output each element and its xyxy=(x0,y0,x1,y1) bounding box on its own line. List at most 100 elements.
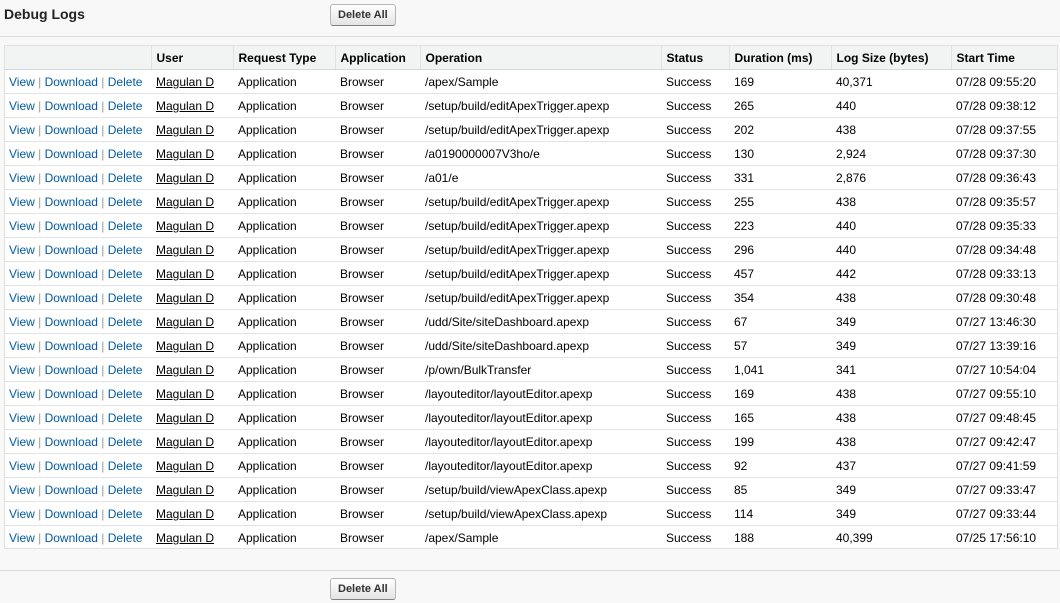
delete-all-button-bottom[interactable]: Delete All xyxy=(330,578,396,600)
delete-link[interactable]: Delete xyxy=(108,147,143,161)
delete-link[interactable]: Delete xyxy=(108,483,143,497)
user-link[interactable]: Magulan D xyxy=(156,195,214,209)
column-header-log-size[interactable]: Log Size (bytes) xyxy=(831,46,952,70)
start-time-cell: 07/27 13:46:30 xyxy=(951,309,1057,334)
user-link[interactable]: Magulan D xyxy=(156,291,214,305)
delete-link[interactable]: Delete xyxy=(108,531,143,545)
download-link[interactable]: Download xyxy=(45,147,98,161)
view-link[interactable]: View xyxy=(9,387,35,401)
delete-link[interactable]: Delete xyxy=(108,339,143,353)
view-link[interactable]: View xyxy=(9,195,35,209)
delete-link[interactable]: Delete xyxy=(108,195,143,209)
user-link[interactable]: Magulan D xyxy=(156,387,214,401)
user-link[interactable]: Magulan D xyxy=(156,435,214,449)
view-link[interactable]: View xyxy=(9,315,35,329)
download-link[interactable]: Download xyxy=(45,387,98,401)
view-link[interactable]: View xyxy=(9,411,35,425)
view-link[interactable]: View xyxy=(9,147,35,161)
download-link[interactable]: Download xyxy=(45,291,98,305)
delete-link[interactable]: Delete xyxy=(108,171,143,185)
column-header-duration[interactable]: Duration (ms) xyxy=(729,46,832,70)
row-actions: View | Download | Delete xyxy=(5,381,151,406)
user-link[interactable]: Magulan D xyxy=(156,171,214,185)
download-link[interactable]: Download xyxy=(45,195,98,209)
user-link[interactable]: Magulan D xyxy=(156,483,214,497)
view-link[interactable]: View xyxy=(9,243,35,257)
column-header-status[interactable]: Status xyxy=(661,46,730,70)
view-link[interactable]: View xyxy=(9,531,35,545)
user-link[interactable]: Magulan D xyxy=(156,123,214,137)
user-link[interactable]: Magulan D xyxy=(156,363,214,377)
download-link[interactable]: Download xyxy=(45,171,98,185)
user-link[interactable]: Magulan D xyxy=(156,219,214,233)
view-link[interactable]: View xyxy=(9,363,35,377)
user-link[interactable]: Magulan D xyxy=(156,147,214,161)
user-link[interactable]: Magulan D xyxy=(156,459,214,473)
link-separator: | xyxy=(34,530,45,545)
request-type-cell: Application xyxy=(233,405,335,430)
view-link[interactable]: View xyxy=(9,267,35,281)
user-link[interactable]: Magulan D xyxy=(156,99,214,113)
column-header-user[interactable]: User xyxy=(151,46,234,70)
application-cell: Browser xyxy=(335,117,420,142)
download-link[interactable]: Download xyxy=(45,507,98,521)
user-link[interactable]: Magulan D xyxy=(156,411,214,425)
view-link[interactable]: View xyxy=(9,483,35,497)
divider xyxy=(0,36,1060,37)
download-link[interactable]: Download xyxy=(45,267,98,281)
view-link[interactable]: View xyxy=(9,75,35,89)
operation-cell: /setup/build/editApexTrigger.apexp xyxy=(420,213,661,238)
application-cell: Browser xyxy=(335,213,420,238)
view-link[interactable]: View xyxy=(9,219,35,233)
user-link[interactable]: Magulan D xyxy=(156,339,214,353)
download-link[interactable]: Download xyxy=(45,483,98,497)
row-actions: View | Download | Delete xyxy=(5,189,151,214)
column-header-application[interactable]: Application xyxy=(335,46,421,70)
user-link[interactable]: Magulan D xyxy=(156,507,214,521)
delete-link[interactable]: Delete xyxy=(108,315,143,329)
download-link[interactable]: Download xyxy=(45,315,98,329)
column-header-start-time[interactable]: Start Time xyxy=(951,46,1057,70)
user-link[interactable]: Magulan D xyxy=(156,267,214,281)
delete-link[interactable]: Delete xyxy=(108,363,143,377)
delete-all-button-top[interactable]: Delete All xyxy=(330,4,396,26)
user-link[interactable]: Magulan D xyxy=(156,75,214,89)
delete-link[interactable]: Delete xyxy=(108,411,143,425)
divider xyxy=(0,570,1060,571)
delete-link[interactable]: Delete xyxy=(108,99,143,113)
delete-link[interactable]: Delete xyxy=(108,387,143,401)
download-link[interactable]: Download xyxy=(45,411,98,425)
view-link[interactable]: View xyxy=(9,459,35,473)
view-link[interactable]: View xyxy=(9,507,35,521)
download-link[interactable]: Download xyxy=(45,123,98,137)
user-link[interactable]: Magulan D xyxy=(156,315,214,329)
download-link[interactable]: Download xyxy=(45,219,98,233)
view-link[interactable]: View xyxy=(9,99,35,113)
view-link[interactable]: View xyxy=(9,339,35,353)
download-link[interactable]: Download xyxy=(45,339,98,353)
download-link[interactable]: Download xyxy=(45,243,98,257)
delete-link[interactable]: Delete xyxy=(108,435,143,449)
delete-link[interactable]: Delete xyxy=(108,243,143,257)
download-link[interactable]: Download xyxy=(45,435,98,449)
view-link[interactable]: View xyxy=(9,123,35,137)
delete-link[interactable]: Delete xyxy=(108,459,143,473)
delete-link[interactable]: Delete xyxy=(108,123,143,137)
download-link[interactable]: Download xyxy=(45,459,98,473)
delete-link[interactable]: Delete xyxy=(108,507,143,521)
download-link[interactable]: Download xyxy=(45,531,98,545)
delete-link[interactable]: Delete xyxy=(108,75,143,89)
download-link[interactable]: Download xyxy=(45,363,98,377)
user-link[interactable]: Magulan D xyxy=(156,243,214,257)
delete-link[interactable]: Delete xyxy=(108,291,143,305)
download-link[interactable]: Download xyxy=(45,75,98,89)
view-link[interactable]: View xyxy=(9,171,35,185)
delete-link[interactable]: Delete xyxy=(108,219,143,233)
download-link[interactable]: Download xyxy=(45,99,98,113)
column-header-operation[interactable]: Operation xyxy=(420,46,662,70)
view-link[interactable]: View xyxy=(9,291,35,305)
user-link[interactable]: Magulan D xyxy=(156,531,214,545)
view-link[interactable]: View xyxy=(9,435,35,449)
delete-link[interactable]: Delete xyxy=(108,267,143,281)
column-header-request-type[interactable]: Request Type xyxy=(233,46,336,70)
